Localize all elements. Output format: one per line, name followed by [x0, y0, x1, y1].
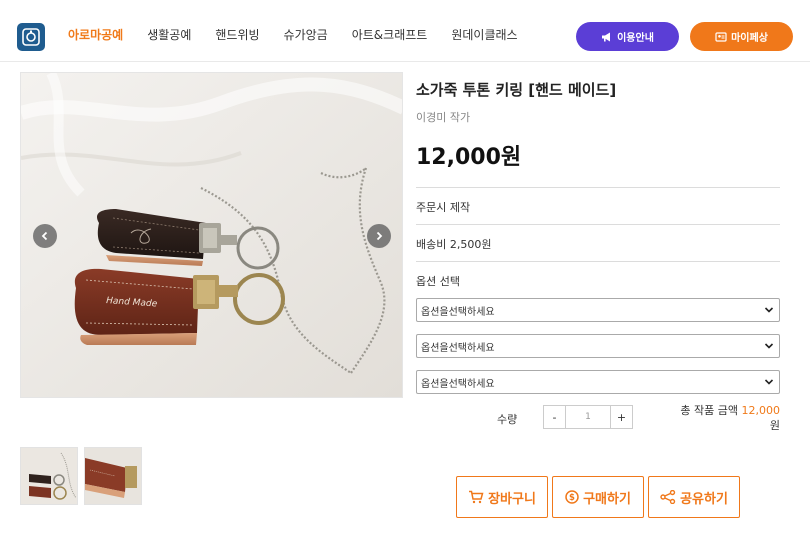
dollar-coin-icon: $	[565, 490, 579, 504]
chevron-down-icon	[764, 307, 774, 313]
chevron-down-icon	[764, 343, 774, 349]
total-unit: 원	[769, 419, 780, 432]
mypage-button-label: 마이페상	[731, 33, 768, 44]
next-image-arrow[interactable]	[367, 224, 391, 248]
option-heading: 옵션 선택	[416, 275, 460, 288]
option-select-1[interactable]: 옵션을선택하세요	[416, 298, 780, 322]
add-to-cart-label: 장바구니	[488, 491, 536, 507]
chevron-right-icon	[376, 231, 383, 241]
thumbnail-2[interactable]	[84, 447, 142, 505]
chevron-down-icon	[764, 379, 774, 385]
nav-item-aroma[interactable]: 아로마공예	[68, 26, 123, 43]
product-title: 소가죽 투톤 키링 [핸드 메이드]	[416, 81, 617, 99]
product-price: 12,000원	[416, 145, 522, 170]
shipping-fee-text: 배송비 2,500원	[416, 238, 492, 251]
id-card-icon	[715, 31, 727, 42]
svg-text:$: $	[569, 493, 575, 503]
prev-image-arrow[interactable]	[33, 224, 57, 248]
buy-now-button[interactable]: $ 구매하기	[552, 476, 644, 518]
option-select-value: 옵션을선택하세요	[421, 378, 495, 390]
main-nav: 아로마공예 생활공예 핸드위빙 슈가앙금 아트&크래프트 원데이클래스	[68, 26, 542, 43]
mypage-button[interactable]: 마이페상	[690, 22, 793, 51]
site-header: 아로마공예 생활공예 핸드위빙 슈가앙금 아트&크래프트 원데이클래스 이용안내…	[0, 0, 810, 62]
quantity-value[interactable]: 1	[566, 406, 610, 428]
divider	[416, 187, 780, 188]
chevron-left-icon	[41, 231, 48, 241]
total-value: 12,000	[741, 404, 781, 417]
guide-button-label: 이용안내	[617, 33, 654, 44]
site-logo-icon[interactable]	[17, 23, 45, 51]
share-icon	[660, 490, 676, 504]
divider	[416, 224, 780, 225]
product-main-image: Hand Made	[20, 72, 403, 398]
quantity-label: 수량	[497, 413, 518, 426]
buy-now-label: 구매하기	[583, 491, 631, 507]
share-label: 공유하기	[680, 491, 728, 507]
guide-button[interactable]: 이용안내	[576, 22, 679, 51]
quantity-plus-button[interactable]: +	[610, 406, 632, 428]
option-select-3[interactable]: 옵션을선택하세요	[416, 370, 780, 394]
made-to-order-text: 주문시 제작	[416, 201, 471, 214]
divider	[416, 261, 780, 262]
total-label: 총 작품 금액	[680, 404, 738, 417]
quantity-stepper: - 1 +	[543, 405, 633, 429]
cart-icon	[469, 490, 484, 504]
option-select-value: 옵션을선택하세요	[421, 306, 495, 318]
total-amount: 총 작품 금액 12,000 원	[660, 403, 780, 433]
nav-item-oneday[interactable]: 원데이클래스	[451, 26, 517, 43]
nav-item-sugar[interactable]: 슈가앙금	[284, 26, 328, 43]
nav-item-weaving[interactable]: 핸드위빙	[215, 26, 259, 43]
option-select-2[interactable]: 옵션을선택하세요	[416, 334, 780, 358]
share-button[interactable]: 공유하기	[648, 476, 740, 518]
thumbnail-list	[20, 447, 142, 505]
thumbnail-1[interactable]	[20, 447, 78, 505]
artist-name[interactable]: 이경미 작가	[416, 109, 470, 125]
quantity-minus-button[interactable]: -	[544, 406, 566, 428]
nav-item-artcraft[interactable]: 아트&크래프트	[352, 26, 428, 43]
option-select-value: 옵션을선택하세요	[421, 342, 495, 354]
nav-item-living[interactable]: 생활공예	[147, 26, 191, 43]
megaphone-icon	[602, 32, 611, 41]
add-to-cart-button[interactable]: 장바구니	[456, 476, 548, 518]
